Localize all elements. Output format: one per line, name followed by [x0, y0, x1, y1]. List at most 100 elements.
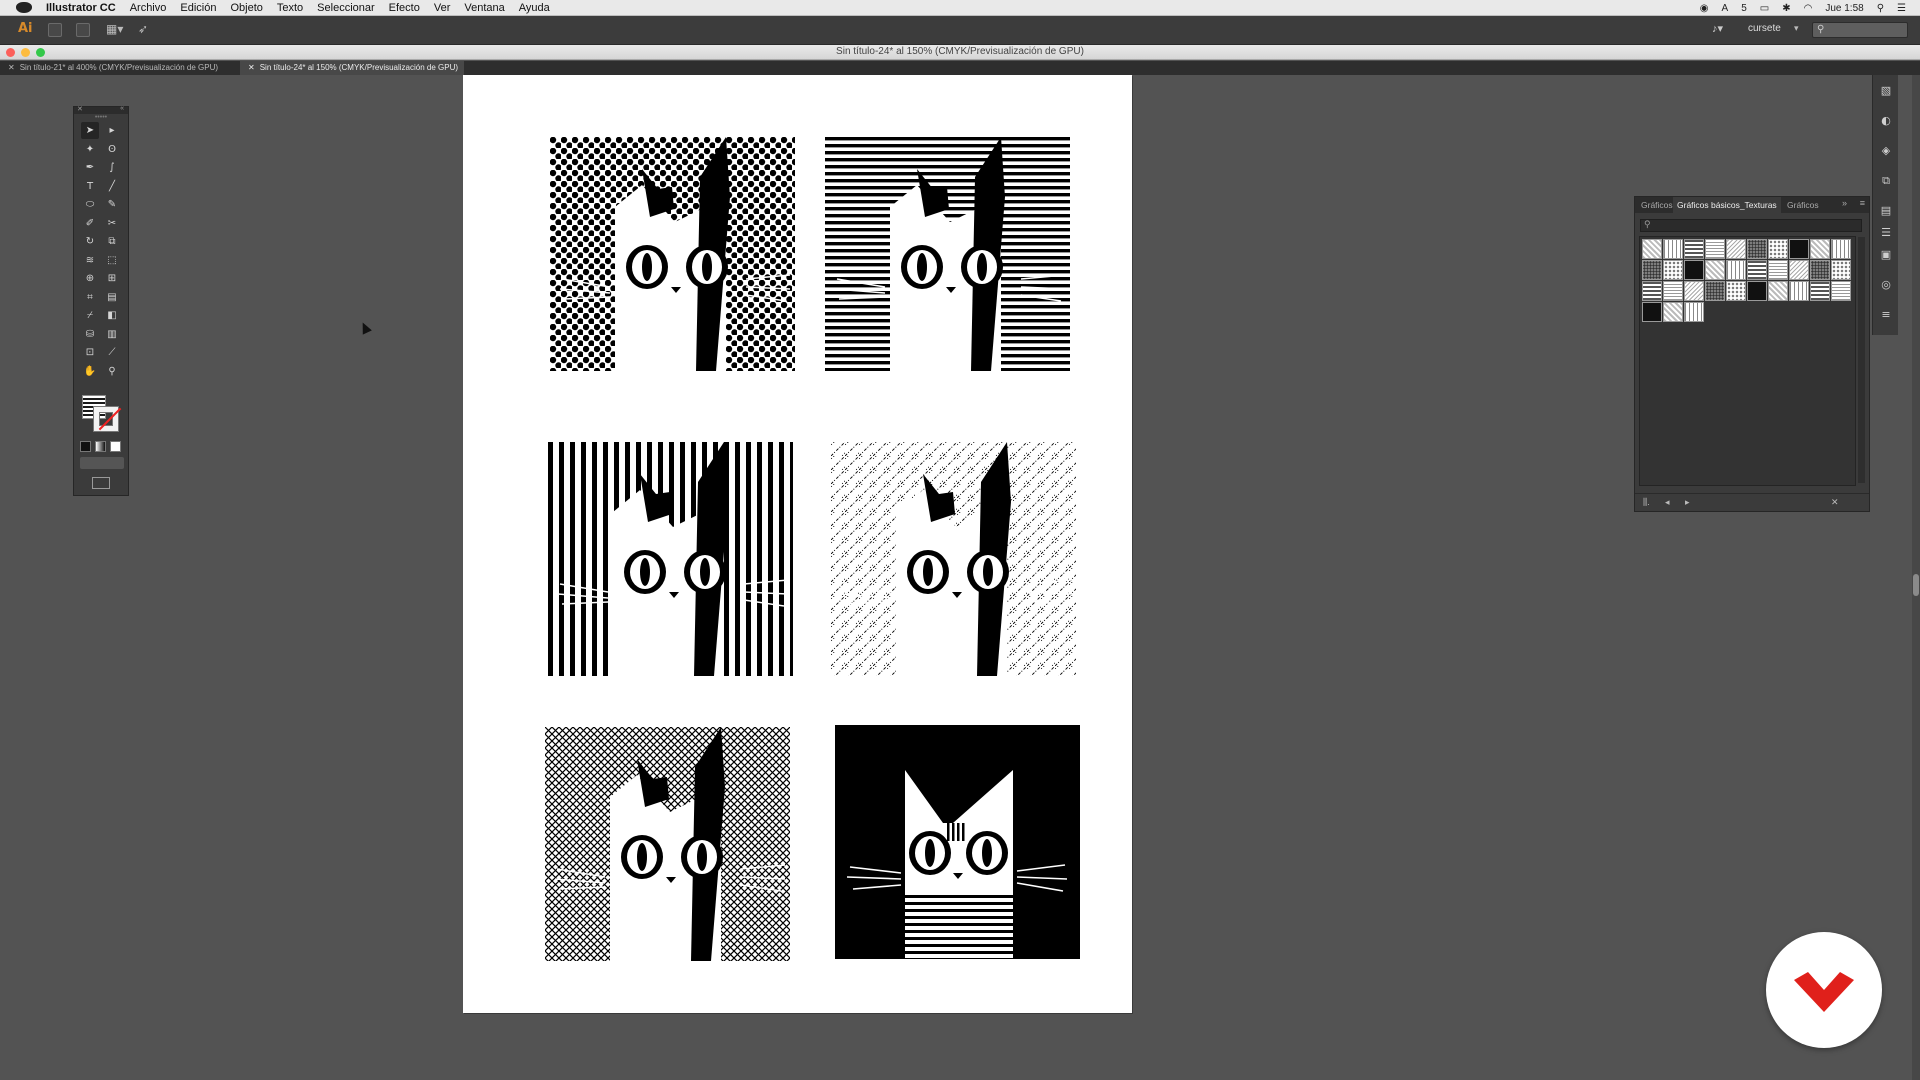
magic-wand-icon[interactable]: ✦ [81, 141, 99, 158]
graphic-style-swatch[interactable] [1684, 260, 1704, 280]
graphic-style-swatch[interactable] [1831, 260, 1851, 280]
transform-icon[interactable]: ▣ [1877, 247, 1895, 263]
scroll-thumb[interactable] [1913, 574, 1919, 596]
cat-tile-horizontal-lines[interactable] [825, 137, 1070, 371]
graphic-style-swatch[interactable] [1705, 239, 1725, 259]
graphic-style-swatch[interactable] [1663, 281, 1683, 301]
properties-icon[interactable]: ▧ [1877, 83, 1895, 99]
adobe-cc-icon[interactable]: A [1722, 3, 1729, 14]
menu-app-name[interactable]: Illustrator CC [46, 0, 116, 16]
graphic-style-swatch[interactable] [1684, 302, 1704, 322]
graphic-style-swatch[interactable] [1705, 260, 1725, 280]
type-icon[interactable]: T [81, 178, 99, 195]
screen-mode-button[interactable] [92, 477, 110, 489]
graphic-style-swatch[interactable] [1768, 239, 1788, 259]
graphic-style-swatch[interactable] [1810, 260, 1830, 280]
scissors-icon[interactable]: ✂ [103, 215, 121, 232]
collapse-panel-icon[interactable]: « [120, 105, 124, 112]
menu-archivo[interactable]: Archivo [130, 0, 167, 16]
graphic-style-swatch[interactable] [1810, 281, 1830, 301]
menu-seleccionar[interactable]: Seleccionar [317, 0, 374, 16]
stroke-swatch[interactable] [94, 407, 122, 431]
expand-panel-icon[interactable]: » [1842, 198, 1847, 208]
graphic-style-swatch[interactable] [1831, 239, 1851, 259]
library-menu-icon[interactable]: ⫼. [1643, 497, 1650, 508]
graphic-style-swatch[interactable] [1663, 302, 1683, 322]
next-library-icon[interactable]: ▸ [1685, 497, 1690, 508]
tab-graficos-2[interactable]: Gráficos [1783, 197, 1823, 213]
tab-document-21[interactable]: ✕ Sin título-21* al 400% (CMYK/Previsuali… [0, 61, 224, 75]
gradient-button[interactable] [95, 441, 106, 452]
graphic-style-swatch[interactable] [1768, 260, 1788, 280]
chevron-down-icon[interactable]: ▾ [1794, 23, 1799, 34]
graphic-style-swatch[interactable] [1705, 281, 1725, 301]
none-button[interactable] [110, 441, 121, 452]
tab-graficos-basicos-texturas[interactable]: Gráficos básicos_Texturas [1673, 197, 1781, 213]
menu-ver[interactable]: Ver [434, 0, 451, 16]
arrange-documents-icon[interactable]: ▦▾ [106, 22, 123, 36]
cat-tile-scratches[interactable] [831, 442, 1076, 676]
menu-ayuda[interactable]: Ayuda [519, 0, 550, 16]
hand-icon[interactable]: ✋ [81, 363, 99, 380]
artboard[interactable] [463, 75, 1132, 1013]
graphic-style-swatch[interactable] [1684, 281, 1704, 301]
apple-icon[interactable] [16, 2, 32, 13]
column-graph-icon[interactable]: ▥ [103, 326, 121, 343]
graphic-style-swatch[interactable] [1663, 260, 1683, 280]
stroke-icon[interactable]: ≡ [1877, 307, 1895, 323]
graphic-style-swatch[interactable] [1726, 281, 1746, 301]
artboard-icon[interactable]: ⊡ [81, 344, 99, 361]
warp-icon[interactable]: ≋ [81, 252, 99, 269]
line-icon[interactable]: ╱ [103, 178, 121, 195]
search-icon[interactable]: ⚲ [1877, 3, 1884, 14]
menu-objeto[interactable]: Objeto [230, 0, 262, 16]
fill-stroke-swatches[interactable] [80, 393, 124, 433]
graphic-style-swatch[interactable] [1768, 281, 1788, 301]
graphic-style-swatch[interactable] [1663, 239, 1683, 259]
previous-library-icon[interactable]: ◂ [1665, 497, 1670, 508]
graphic-style-swatch[interactable] [1810, 239, 1830, 259]
pencil-icon[interactable]: ✐ [81, 215, 99, 232]
graphic-style-swatch[interactable] [1747, 260, 1767, 280]
panel-menu-icon[interactable]: ≡ [1860, 198, 1865, 208]
panel-scrollbar[interactable] [1858, 237, 1865, 483]
cat-tile-crosshatch[interactable] [545, 727, 790, 961]
menu-edicion[interactable]: Edición [180, 0, 216, 16]
selection-tool-icon[interactable]: ➤ [81, 122, 99, 139]
align-icon[interactable]: ☰ [1877, 225, 1895, 241]
display-icon[interactable]: ▭ [1760, 3, 1769, 14]
cat-tile-vertical-lines[interactable] [548, 442, 793, 676]
bluetooth-icon[interactable]: ✱ [1782, 3, 1790, 14]
pen-icon[interactable]: ✒ [81, 159, 99, 176]
graphic-style-swatch[interactable] [1747, 281, 1767, 301]
menu-texto[interactable]: Texto [277, 0, 303, 16]
wifi-icon[interactable]: ◠ [1804, 3, 1813, 14]
close-panel-icon[interactable]: ✕ [77, 105, 83, 113]
mesh-icon[interactable]: ⌗ [81, 289, 99, 306]
close-tab-icon[interactable]: ✕ [248, 63, 255, 72]
menu-ventana[interactable]: Ventana [464, 0, 504, 16]
graphic-style-swatch[interactable] [1789, 281, 1809, 301]
scale-icon[interactable]: ⧉ [103, 233, 121, 250]
blend-icon[interactable]: ◧ [103, 307, 121, 324]
graphic-style-swatch[interactable] [1726, 239, 1746, 259]
slice-icon[interactable]: ⟋ [103, 344, 121, 361]
graphic-style-swatch[interactable] [1789, 260, 1809, 280]
clock[interactable]: Jue 1:58 [1825, 3, 1863, 14]
tab-document-24[interactable]: ✕ Sin título-24* al 150% (CMYK/Previsuali… [240, 61, 465, 75]
graphic-style-swatch[interactable] [1726, 260, 1746, 280]
notification-icon[interactable]: ♪▾ [1712, 22, 1723, 35]
drag-handle[interactable]: ••••• [74, 114, 128, 122]
list-icon[interactable]: ☰ [1897, 3, 1906, 14]
graphic-style-swatch[interactable] [1642, 260, 1662, 280]
zoom-icon[interactable]: ⚲ [103, 363, 121, 380]
symbol-sprayer-icon[interactable]: ⛁ [81, 326, 99, 343]
cat-tile-solid-black[interactable] [835, 725, 1080, 959]
rotate-icon[interactable]: ↻ [81, 233, 99, 250]
shape-builder-icon[interactable]: ⊕ [81, 270, 99, 287]
graphic-style-swatch[interactable] [1747, 239, 1767, 259]
record-icon[interactable]: ◉ [1700, 3, 1709, 14]
graphic-style-swatch[interactable] [1684, 239, 1704, 259]
perspective-grid-icon[interactable]: ⊞ [103, 270, 121, 287]
free-transform-icon[interactable]: ⬚ [103, 252, 121, 269]
